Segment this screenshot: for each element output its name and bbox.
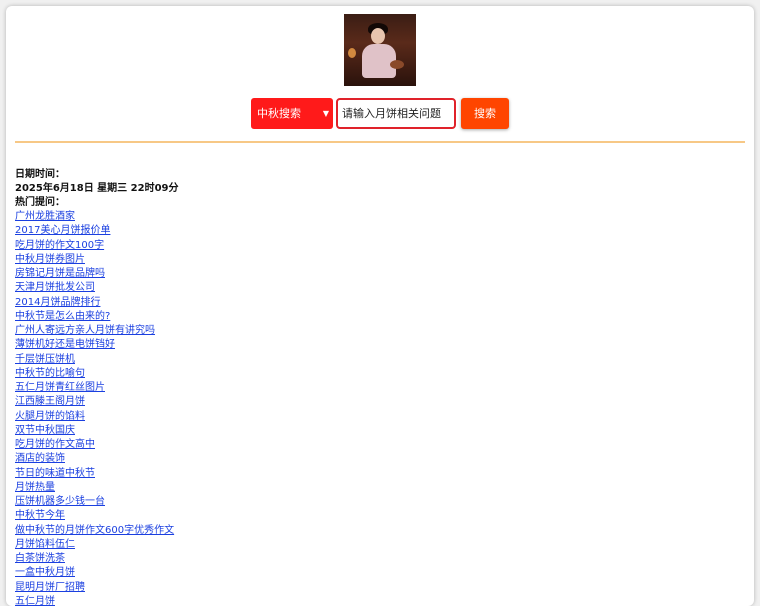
list-item: 中秋月饼券图片 [15, 253, 735, 267]
list-item: 江西滕王阁月饼 [15, 395, 735, 409]
hot-question-link[interactable]: 广州龙胜酒家 [15, 211, 75, 222]
hot-question-link[interactable]: 做中秋节的月饼作文600字优秀作文 [15, 525, 174, 536]
date-label: 日期时间： [15, 169, 65, 180]
hot-question-link[interactable]: 中秋节今年 [15, 510, 65, 521]
hot-question-link[interactable]: 千层饼压饼机 [15, 354, 75, 365]
hot-question-link[interactable]: 江西滕王阁月饼 [15, 396, 85, 407]
list-item: 做中秋节的月饼作文600字优秀作文 [15, 524, 735, 538]
list-item: 广州人寄远方亲人月饼有讲究吗 [15, 324, 735, 338]
hot-question-link[interactable]: 房锦记月饼是品牌吗 [15, 268, 105, 279]
hot-question-link[interactable]: 中秋月饼券图片 [15, 254, 85, 265]
list-item: 月饼热量 [15, 481, 735, 495]
list-item: 双节中秋国庆 [15, 424, 735, 438]
list-item: 白茶饼洗茶 [15, 552, 735, 566]
hot-question-link[interactable]: 昆明月饼厂招聘 [15, 582, 85, 593]
list-item: 2014月饼品牌排行 [15, 296, 735, 310]
hot-question-link[interactable]: 天津月饼批发公司 [15, 282, 95, 293]
hot-question-link[interactable]: 白茶饼洗茶 [15, 553, 65, 564]
page-container: 中秋搜索 ▼ 请输入月饼相关问题 搜索 日期时间： 2025年6月18日 星期三… [6, 6, 754, 606]
divider [15, 141, 745, 143]
hot-question-link[interactable]: 中秋节的比喻句 [15, 368, 85, 379]
hot-question-link[interactable]: 五仁月饼青红丝图片 [15, 382, 105, 393]
list-item: 千层饼压饼机 [15, 353, 735, 367]
list-item: 天津月饼批发公司 [15, 281, 735, 295]
search-category-select[interactable]: 中秋搜索 ▼ [251, 98, 333, 129]
hot-question-link[interactable]: 吃月饼的作文100字 [15, 240, 104, 251]
list-item: 吃月饼的作文高中 [15, 438, 735, 452]
list-item: 压饼机器多少钱一台 [15, 495, 735, 509]
hot-question-link[interactable]: 中秋节是怎么由来的? [15, 311, 110, 322]
hot-question-link[interactable]: 一盒中秋月饼 [15, 567, 75, 578]
search-category-value: 中秋搜索 [257, 107, 301, 120]
chevron-down-icon: ▼ [322, 109, 329, 118]
hot-questions-list: 广州龙胜酒家 2017美心月饼报价单 吃月饼的作文100字 中秋月饼券图片房锦记月饼是… [15, 210, 735, 606]
site-logo-image[interactable] [344, 14, 416, 86]
hot-question-link[interactable]: 火腿月饼的馅料 [15, 411, 85, 422]
hot-question-link[interactable]: 月饼热量 [15, 482, 55, 493]
list-item: 五仁月饼 [15, 595, 735, 606]
hot-question-link[interactable]: 吃月饼的作文高中 [15, 439, 95, 450]
hot-question-link[interactable]: 五仁月饼 [15, 596, 55, 606]
hot-question-link[interactable]: 2014月饼品牌排行 [15, 297, 100, 308]
hot-question-link[interactable]: 薄饼机好还是电饼铛好 [15, 339, 115, 350]
list-item: 中秋节今年 [15, 509, 735, 523]
search-input[interactable]: 请输入月饼相关问题 [336, 98, 456, 129]
logo-mooncake [390, 60, 404, 69]
list-item: 2017美心月饼报价单 [15, 224, 735, 238]
list-item: 薄饼机好还是电饼铛好 [15, 338, 735, 352]
list-item: 中秋节是怎么由来的? [15, 310, 735, 324]
hot-question-link[interactable]: 双节中秋国庆 [15, 425, 75, 436]
list-item: 酒店的装饰 [15, 452, 735, 466]
list-item: 一盒中秋月饼 [15, 566, 735, 580]
hot-question-link[interactable]: 广州人寄远方亲人月饼有讲究吗 [15, 325, 155, 336]
list-item: 吃月饼的作文100字 [15, 239, 735, 253]
hot-questions-label: 热门提问： [15, 197, 65, 208]
list-item: 昆明月饼厂招聘 [15, 581, 735, 595]
logo-face [371, 28, 385, 44]
hot-question-link[interactable]: 压饼机器多少钱一台 [15, 496, 105, 507]
search-button[interactable]: 搜索 [461, 98, 509, 129]
list-item: 五仁月饼青红丝图片 [15, 381, 735, 395]
logo-lamp [348, 48, 356, 58]
list-item: 房锦记月饼是品牌吗 [15, 267, 735, 281]
list-item: 广州龙胜酒家 [15, 210, 735, 224]
list-item: 中秋节的比喻句 [15, 367, 735, 381]
hot-question-link[interactable]: 2017美心月饼报价单 [15, 225, 110, 236]
hot-question-link[interactable]: 月饼馅料伍仁 [15, 539, 75, 550]
hot-question-link[interactable]: 酒店的装饰 [15, 453, 65, 464]
main-content: 日期时间： 2025年6月18日 星期三 22时09分 热门提问： 广州龙胜酒家… [15, 168, 735, 606]
list-item: 月饼馅料伍仁 [15, 538, 735, 552]
date-value: 2025年6月18日 星期三 22时09分 [15, 183, 179, 194]
list-item: 火腿月饼的馅料 [15, 410, 735, 424]
hot-question-link[interactable]: 节日的味道中秋节 [15, 468, 95, 479]
list-item: 节日的味道中秋节 [15, 467, 735, 481]
